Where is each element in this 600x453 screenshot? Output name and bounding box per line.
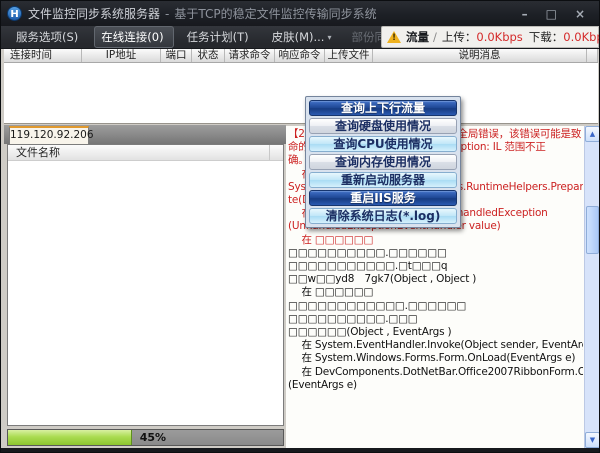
column-header[interactable]: 端口 [161, 49, 192, 62]
app-icon: H [7, 6, 22, 21]
close-button[interactable]: × [575, 7, 585, 21]
window-controls: – □ × [522, 7, 585, 21]
context-menu-item[interactable]: 查询内存使用情况 [309, 154, 457, 170]
download-value: 0.0Kbps [563, 30, 600, 44]
menubar-item[interactable]: 皮肤(M)... ▾ [265, 26, 339, 48]
menubar-item[interactable]: 服务选项(S) [9, 26, 88, 48]
scroll-down-button[interactable]: ▼ [585, 432, 600, 448]
minimize-button[interactable]: – [522, 7, 528, 21]
app-window: H 文件监控同步系统服务器 - 基于TCP的稳定文件监控传输同步系统 – □ ×… [0, 0, 600, 453]
log-line: □□□□□□□□□□□□.□□□□□□ [288, 300, 583, 313]
context-menu-item[interactable]: 查询硬盘使用情况 [309, 118, 457, 134]
maximize-button[interactable]: □ [546, 7, 557, 21]
log-line: 在 System.Windows.Forms.Form.OnLoad(Event… [288, 352, 583, 365]
context-menu-item[interactable]: 重新启动服务器 [309, 172, 457, 188]
context-menu-item[interactable]: 清除系统日志(*.log) [309, 208, 457, 224]
log-line: □□□□□□□□□□.□□□ [288, 313, 583, 326]
log-line: (EventArgs e) [288, 379, 583, 392]
connection-table-body[interactable] [4, 63, 598, 124]
context-menu-item[interactable]: 查询CPU使用情况 [309, 136, 457, 152]
column-header[interactable]: 响应命令 [275, 49, 325, 62]
log-line: □□□□□□(Object , EventArgs ) [288, 326, 583, 339]
menubar-item[interactable]: 在线连接(0) [94, 26, 173, 48]
traffic-divider: / [433, 30, 437, 44]
context-menu-item[interactable]: 查询上下行流量 [309, 100, 457, 116]
chevron-down-icon: ▾ [327, 33, 331, 42]
file-list-header-endcell [269, 145, 283, 160]
title-separator: - [165, 7, 169, 21]
download-label: 下载： [529, 29, 564, 45]
scroll-up-button[interactable]: ▲ [585, 126, 600, 142]
scroll-thumb[interactable] [586, 206, 599, 254]
progress-bar: 45% [7, 429, 284, 446]
file-name-column-header[interactable]: 文件名称 [8, 145, 269, 160]
menubar-item-label: 任务计划(T) [187, 29, 249, 45]
column-header[interactable]: 说明消息 [373, 49, 587, 62]
context-menu: 查询上下行流量查询硬盘使用情况查询CPU使用情况查询内存使用情况重新启动服务器重… [305, 96, 461, 228]
context-menu-item[interactable]: 重启IIS服务 [309, 190, 457, 206]
file-list-header[interactable]: 文件名称 [8, 145, 283, 161]
column-header[interactable]: 请求命令 [225, 49, 275, 62]
log-line: □□□□□□□□□□.□□□□□□ [288, 247, 583, 260]
menubar-item-label: 皮肤(M)... [272, 29, 325, 45]
column-header[interactable]: 状态 [192, 49, 225, 62]
log-line: 在 System.EventHandler.Invoke(Object send… [288, 339, 583, 352]
bottom-frame [1, 448, 600, 453]
progress-fill [8, 430, 132, 445]
menubar-item-label: 服务选项(S) [16, 29, 78, 45]
traffic-label: 流量 [406, 29, 429, 45]
warning-icon: ! [387, 31, 401, 43]
window-subtitle: 基于TCP的稳定文件监控传输同步系统 [174, 5, 376, 22]
log-line: 在 □□□□□□ [288, 234, 583, 247]
connection-table-header: 连接时间IP地址端口状态请求命令响应命令上传文件说明消息 [4, 49, 598, 63]
file-list[interactable]: 文件名称 [7, 144, 284, 426]
column-header[interactable]: 连接时间 [4, 49, 82, 62]
client-tab[interactable]: 119.120.92.206 [9, 126, 89, 144]
column-header[interactable]: 上传文件 [325, 49, 373, 62]
log-line: □□w□□yd8 7gk7(Object , Object ) [288, 273, 583, 286]
log-line: 在 DevComponents.DotNetBar.Office2007Ribb… [288, 366, 583, 379]
upload-value: 0.0Kbps [476, 30, 522, 44]
column-header[interactable]: IP地址 [82, 49, 161, 62]
menubar-item[interactable]: 任务计划(T) [180, 26, 259, 48]
traffic-panel: ! 流量 / 上传： 0.0Kbps 下载： 0.0Kbps [381, 26, 599, 48]
log-line: □□□□□□□□□□□.□t□□□q [288, 260, 583, 273]
menubar-item-label: 在线连接(0) [101, 29, 163, 45]
upload-label: 上传： [442, 29, 477, 45]
progress-label: 45% [140, 430, 166, 445]
window-title: 文件监控同步系统服务器 [28, 5, 160, 22]
column-header[interactable] [587, 49, 598, 62]
titlebar: H 文件监控同步系统服务器 - 基于TCP的稳定文件监控传输同步系统 – □ × [1, 1, 600, 26]
log-line: 在 □□□□□□ [288, 286, 583, 299]
scrollbar[interactable]: ▲ ▼ [584, 126, 599, 448]
